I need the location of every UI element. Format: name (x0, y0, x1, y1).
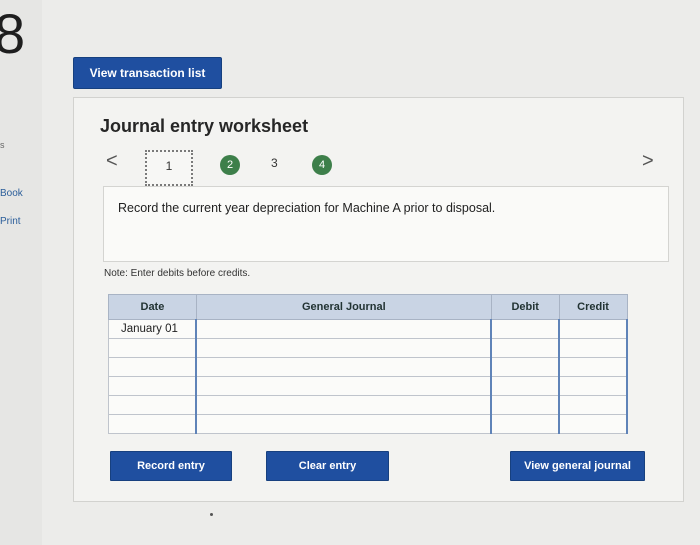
next-step-chevron-icon[interactable]: > (642, 150, 654, 173)
credit-cell[interactable] (558, 395, 628, 415)
date-cell[interactable] (108, 338, 197, 358)
debit-cell[interactable] (490, 319, 561, 339)
worksheet-title: Journal entry worksheet (100, 116, 309, 136)
credit-cell[interactable] (558, 376, 628, 396)
debit-credit-note: Note: Enter debits before credits. (104, 268, 251, 279)
debit-cell[interactable] (490, 414, 561, 434)
table-row (108, 376, 628, 396)
account-cell[interactable] (195, 338, 493, 358)
date-column-header: Date (108, 294, 197, 320)
account-cell[interactable] (195, 395, 493, 415)
date-cell[interactable] (108, 357, 197, 377)
instruction-text: Record the current year depreciation for… (118, 201, 496, 215)
book-link[interactable]: Book (0, 188, 23, 199)
date-cell[interactable] (108, 376, 197, 396)
table-row: January 01 (108, 319, 628, 339)
account-cell[interactable] (195, 319, 493, 339)
left-strip (0, 0, 42, 545)
clear-entry-button[interactable]: Clear entry (266, 451, 389, 481)
instruction-box: Record the current year depreciation for… (103, 186, 669, 262)
debit-cell[interactable] (490, 395, 561, 415)
date-cell[interactable] (108, 395, 197, 415)
debit-cell[interactable] (490, 376, 561, 396)
record-entry-button[interactable]: Record entry (110, 451, 232, 481)
date-cell[interactable] (108, 414, 197, 434)
print-link[interactable]: Print (0, 216, 21, 227)
table-row (108, 338, 628, 358)
step-3-tab[interactable]: 3 (271, 156, 278, 170)
table-row (108, 414, 628, 434)
table-row (108, 357, 628, 377)
account-cell[interactable] (195, 376, 493, 396)
date-cell[interactable]: January 01 (108, 319, 197, 339)
credit-cell[interactable] (558, 319, 628, 339)
view-transaction-list-button[interactable]: View transaction list (73, 57, 222, 89)
step-2-tab[interactable]: 2 (220, 155, 240, 175)
step-1-tab[interactable]: 1 (145, 150, 193, 186)
debit-column-header: Debit (490, 294, 560, 320)
credit-cell[interactable] (558, 357, 628, 377)
journal-table: Date General Journal Debit Credit Januar… (108, 294, 628, 434)
debit-cell[interactable] (490, 357, 561, 377)
credit-cell[interactable] (558, 414, 628, 434)
question-number: 8 (0, 2, 26, 65)
general-journal-column-header: General Journal (195, 294, 492, 320)
account-cell[interactable] (195, 357, 493, 377)
view-general-journal-button[interactable]: View general journal (510, 451, 645, 481)
credit-cell[interactable] (558, 338, 628, 358)
credit-column-header: Credit (558, 294, 628, 320)
debit-cell[interactable] (490, 338, 561, 358)
journal-header-row: Date General Journal Debit Credit (108, 294, 628, 320)
table-row (108, 395, 628, 415)
prev-step-chevron-icon[interactable]: < (106, 150, 118, 173)
side-mark: s (0, 140, 5, 150)
step-4-tab[interactable]: 4 (312, 155, 332, 175)
mouse-cursor-dot (210, 513, 213, 516)
account-cell[interactable] (195, 414, 493, 434)
